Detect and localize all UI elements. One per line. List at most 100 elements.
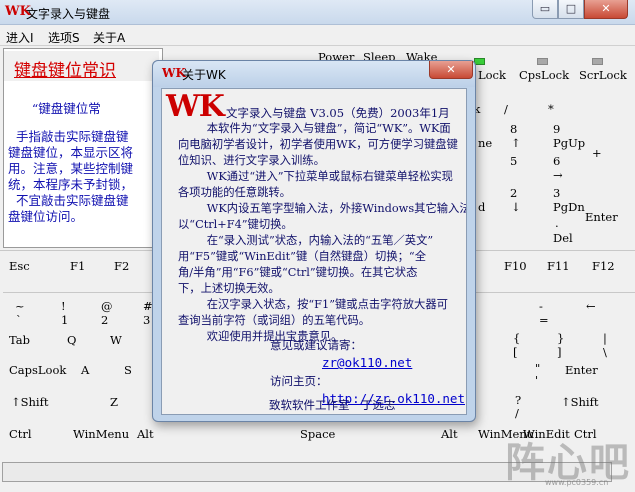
keyboard-key[interactable]: WinMenu <box>73 427 129 441</box>
numpad-key[interactable]: ↑ <box>511 136 521 150</box>
numpad-key[interactable]: . <box>555 216 559 230</box>
tips-title-area: 键盘键位常识 <box>4 51 159 81</box>
function-key[interactable]: F11 <box>547 259 570 273</box>
capslock-label: CpsLock <box>519 68 570 82</box>
dialog-body: WK 文字录入与键盘 V3.05（免费）2003年1月 本软件为“文字录入与键盘… <box>161 88 467 415</box>
keyboard-key[interactable]: ? <box>515 393 521 407</box>
minimize-icon: ▭ <box>539 2 551 15</box>
keyboard-key[interactable]: 3 <box>143 313 150 327</box>
numpad-key[interactable]: 3 <box>553 186 560 200</box>
keyboard-key[interactable]: A <box>81 363 89 377</box>
keyboard-key[interactable]: @ <box>101 299 113 313</box>
numpad-key[interactable]: d <box>478 200 485 214</box>
keyboard-key[interactable]: 2 <box>101 313 108 327</box>
maximize-button[interactable]: □ <box>558 0 584 19</box>
numpad-key[interactable]: 6 <box>553 154 560 168</box>
numpad-key[interactable]: → <box>553 168 563 182</box>
numpad-key[interactable]: ↓ <box>511 200 521 214</box>
keyboard-key[interactable]: [ <box>513 345 518 359</box>
keyboard-key[interactable]: ↑Shift <box>561 395 598 409</box>
keyboard-key[interactable]: Alt <box>137 427 154 441</box>
studio-credit: 致软软件工作室 丁远志 <box>269 398 396 412</box>
keyboard-key[interactable]: - <box>539 299 543 313</box>
about-dialog: WK 关于WK ✕ WK 文字录入与键盘 V3.05（免费）2003年1月 本软… <box>152 60 476 422</box>
watermark-url: www.pc0359.cn <box>545 478 609 487</box>
numpad-key[interactable]: / <box>504 102 508 116</box>
keyboard-key[interactable]: / <box>515 406 519 420</box>
tips-line: “键盘键位常 <box>8 101 101 116</box>
minimize-button[interactable]: ▭ <box>532 0 558 19</box>
tips-line: 统，本程序未予封锁， <box>8 177 134 192</box>
keyboard-key[interactable]: Ctrl <box>9 427 32 441</box>
keyboard-key[interactable]: 1 <box>61 313 68 327</box>
numpad-key[interactable]: * <box>548 102 554 116</box>
tips-line: 键盘键位，本显示区将 <box>8 145 134 160</box>
tips-line: 手指敲击实际键盘键 <box>8 129 129 144</box>
numpad-key[interactable]: 2 <box>510 186 517 200</box>
close-button[interactable]: ✕ <box>584 0 628 19</box>
tips-panel: 键盘键位常识 “键盘键位常 手指敲击实际键盘键 键盘键位，本显示区将 用。注意，… <box>3 48 163 248</box>
keyboard-key[interactable]: \ <box>603 345 607 359</box>
menu-about[interactable]: 关于A <box>93 29 125 46</box>
tips-line: 用。注意，某些控制键 <box>8 161 134 176</box>
homepage-label: 访问主页： <box>270 374 328 388</box>
function-key[interactable]: F1 <box>70 259 85 273</box>
close-icon: ✕ <box>601 2 611 15</box>
function-key[interactable]: F2 <box>114 259 129 273</box>
scrolllock-label: ScrLock <box>579 68 627 82</box>
numpad-key[interactable]: 5 <box>510 154 517 168</box>
keyboard-key[interactable]: ' <box>535 373 538 387</box>
dialog-version-header: 文字录入与键盘 V3.05（免费）2003年1月 <box>226 106 450 120</box>
numpad-key[interactable]: 8 <box>510 122 517 136</box>
tips-line: 不宜敲击实际键盘键 <box>8 193 129 208</box>
keyboard-key[interactable]: ` <box>16 313 22 327</box>
keyboard-key[interactable]: | <box>603 331 607 345</box>
keyboard-key[interactable]: Alt <box>441 427 458 441</box>
tips-title: 键盘键位常识 <box>14 61 116 81</box>
keyboard-key[interactable]: ] <box>557 345 562 359</box>
numpad-key[interactable]: + <box>592 146 602 160</box>
numpad-key[interactable]: Enter <box>585 210 618 224</box>
numpad-key[interactable]: PgDn <box>553 200 585 214</box>
keyboard-key[interactable]: ← <box>586 299 596 313</box>
keyboard-key[interactable]: ~ <box>15 299 25 313</box>
wk-big-logo: WK <box>166 89 225 124</box>
keyboard-key[interactable]: Space <box>300 427 335 441</box>
numlock-label: Lock <box>478 68 506 82</box>
keyboard-key[interactable]: ! <box>61 299 66 313</box>
capslock-led <box>537 58 548 65</box>
dialog-description: 本软件为“文字录入与键盘”，简记“WK”。WK面 向电脑初学者设计，初学者使用W… <box>178 122 466 343</box>
dialog-close-button[interactable]: ✕ <box>429 61 473 79</box>
function-key[interactable]: Esc <box>9 259 30 273</box>
function-key[interactable]: F10 <box>504 259 527 273</box>
numpad-key[interactable]: Del <box>553 231 573 245</box>
keyboard-key[interactable]: Tab <box>9 333 30 347</box>
tips-text: “键盘键位常 手指敲击实际键盘键 键盘键位，本显示区将 用。注意，某些控制键 统… <box>8 101 162 225</box>
window-title: 文字录入与键盘 <box>26 7 111 21</box>
keyboard-key[interactable]: W <box>110 333 122 347</box>
tips-line: 盘键位访问。 <box>8 209 84 224</box>
function-key[interactable]: F12 <box>592 259 615 273</box>
numpad-key[interactable]: PgUp <box>553 136 585 150</box>
keyboard-key[interactable]: Q <box>67 333 76 347</box>
title-bar: WK 文字录入与键盘 ▭ □ ✕ <box>0 0 635 25</box>
keyboard-key[interactable]: ↑Shift <box>11 395 48 409</box>
keyboard-key[interactable]: Enter <box>565 363 598 377</box>
menu-enter[interactable]: 进入I <box>6 29 34 46</box>
keyboard-key[interactable]: S <box>124 363 132 377</box>
menu-options[interactable]: 选项S <box>48 29 80 46</box>
close-icon: ✕ <box>446 63 456 76</box>
keyboard-key[interactable]: = <box>539 313 549 327</box>
keyboard-key[interactable]: Z <box>110 395 118 409</box>
keyboard-key[interactable]: CapsLook <box>9 363 66 377</box>
numpad-key[interactable]: ne <box>478 136 492 150</box>
email-link[interactable]: zr@ok110.net <box>322 355 412 370</box>
dialog-caption: 关于WK <box>182 68 226 82</box>
scrolllock-led <box>592 58 603 65</box>
menu-bar: 进入I 选项S 关于A <box>0 26 635 46</box>
numpad-key[interactable]: 9 <box>553 122 560 136</box>
contact-label: 意见或建议请寄： <box>270 338 362 352</box>
maximize-icon: □ <box>565 2 577 15</box>
keyboard-key[interactable]: { <box>513 331 520 345</box>
keyboard-key[interactable]: } <box>557 331 564 345</box>
